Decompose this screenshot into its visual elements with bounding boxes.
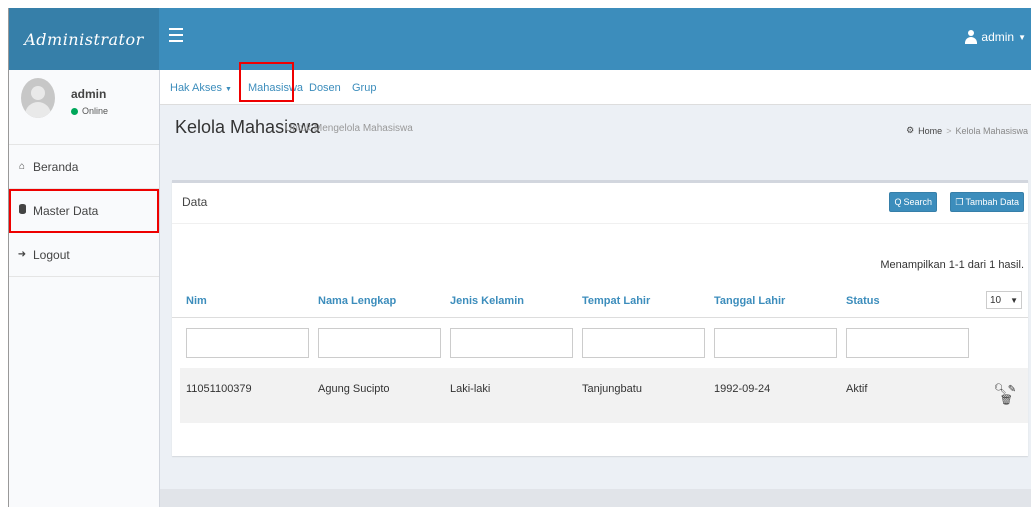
column-header-tempat-lahir[interactable]: Tempat Lahir	[582, 295, 650, 307]
breadcrumb-home[interactable]: Home	[918, 126, 942, 136]
row-actions: 🔍︎✎ 🗑︎	[994, 384, 1024, 406]
box-title: Data	[182, 195, 208, 209]
view-icon[interactable]: 🔍︎	[994, 384, 1007, 395]
user-menu[interactable]: admin ▼	[965, 30, 1026, 44]
delete-icon[interactable]: 🗑︎	[1000, 395, 1013, 406]
database-icon	[17, 204, 27, 217]
cell-nim: 11051100379	[186, 383, 252, 395]
tab-hak-akses[interactable]: Hak Akses ▼	[170, 82, 232, 94]
menu-toggle-icon[interactable]	[169, 28, 183, 42]
column-header-nama-lengkap[interactable]: Nama Lengkap	[318, 295, 396, 307]
logout-icon: ➜	[17, 249, 27, 260]
home-icon: ⌂	[18, 161, 26, 172]
filter-jenis-kelamin[interactable]	[450, 328, 573, 358]
select-caret-icon: ▼	[1010, 295, 1018, 305]
breadcrumb-current: Kelola Mahasiswa	[955, 125, 1028, 136]
sidebar-item-logout[interactable]: ➜ Logout	[9, 233, 159, 277]
tab-highlight	[239, 62, 294, 102]
tab-grup[interactable]: Grup	[352, 82, 376, 94]
result-summary: Menampilkan 1-1 dari 1 hasil.	[880, 259, 1024, 271]
table-row: 11051100379 Agung Sucipto Laki-laki Tanj…	[180, 368, 1028, 423]
breadcrumb: ⚙ Home > Kelola Mahasiswa	[906, 125, 1028, 136]
column-header-nim[interactable]: Nim	[186, 295, 207, 307]
breadcrumb-separator: >	[946, 125, 952, 136]
online-status: Online	[71, 106, 108, 116]
sidebar-item-label: Logout	[33, 247, 70, 262]
main-content: Hak Akses ▼ Mahasiswa Dosen Grup Kelola …	[160, 62, 1031, 507]
user-icon	[965, 30, 978, 44]
user-menu-label: admin	[981, 30, 1015, 44]
table-header: Nim Nama Lengkap Jenis Kelamin Tempat La…	[172, 291, 1028, 318]
top-navbar: admin ▼	[159, 8, 1031, 70]
top-tabs: Hak Akses ▼ Mahasiswa Dosen Grup	[160, 62, 1031, 105]
avatar	[21, 78, 55, 118]
filter-nama-lengkap[interactable]	[318, 328, 441, 358]
filter-status[interactable]	[846, 328, 969, 358]
sidebar-user-name: admin	[71, 87, 107, 101]
sidebar-item-label: Beranda	[33, 159, 79, 174]
copy-icon: ❐	[955, 196, 964, 207]
brand-logo[interactable]: Administrator	[9, 8, 159, 70]
edit-icon[interactable]: ✎	[1006, 384, 1018, 395]
page-subtitle: Untuk Mengelola Mahasiswa	[285, 123, 413, 134]
page-size-value: 10	[990, 294, 1002, 306]
cell-jenis-kelamin: Laki-laki	[450, 383, 491, 395]
tab-label: Hak Akses	[170, 82, 222, 94]
cell-tanggal-lahir: 1992-09-24	[714, 383, 771, 395]
footer-bar	[160, 489, 1031, 507]
sidebar: admin Online ⌂ Beranda Master Data ➜ Log…	[9, 70, 160, 507]
box-header: Data Q Search ❐ Tambah Data	[172, 183, 1028, 224]
dashboard-icon: ⚙	[906, 125, 915, 135]
caret-down-icon: ▼	[1018, 32, 1026, 42]
sidebar-item-label: Master Data	[33, 203, 99, 218]
page-header: Kelola Mahasiswa Untuk Mengelola Mahasis…	[160, 105, 1031, 155]
add-data-button-label: Tambah Data	[965, 197, 1019, 207]
filter-nim[interactable]	[186, 328, 309, 358]
app-frame: Administrator admin ▼ admin Online ⌂ Ber…	[8, 8, 1031, 507]
search-button[interactable]: Q Search	[889, 192, 937, 212]
tab-dosen[interactable]: Dosen	[309, 82, 341, 94]
search-button-label: Search	[903, 197, 932, 207]
column-header-status[interactable]: Status	[846, 295, 880, 307]
filter-tempat-lahir[interactable]	[582, 328, 705, 358]
online-dot-icon	[71, 107, 78, 115]
column-header-jenis-kelamin[interactable]: Jenis Kelamin	[450, 295, 524, 307]
search-icon: Q	[894, 197, 902, 207]
data-box: Data Q Search ❐ Tambah Data Menampilkan …	[172, 180, 1028, 456]
page-size-select[interactable]: 10 ▼	[986, 291, 1022, 309]
sidebar-item-beranda[interactable]: ⌂ Beranda	[9, 145, 159, 189]
user-panel: admin Online	[9, 70, 159, 145]
filter-tanggal-lahir[interactable]	[714, 328, 837, 358]
caret-down-icon: ▼	[225, 86, 232, 93]
sidebar-item-master-data[interactable]: Master Data	[9, 189, 159, 233]
column-header-tanggal-lahir[interactable]: Tanggal Lahir	[714, 295, 785, 307]
cell-tempat-lahir: Tanjungbatu	[582, 383, 642, 395]
add-data-button[interactable]: ❐ Tambah Data	[950, 192, 1024, 212]
cell-status: Aktif	[846, 383, 868, 395]
cell-nama-lengkap: Agung Sucipto	[318, 383, 390, 395]
online-status-label: Online	[82, 106, 109, 116]
